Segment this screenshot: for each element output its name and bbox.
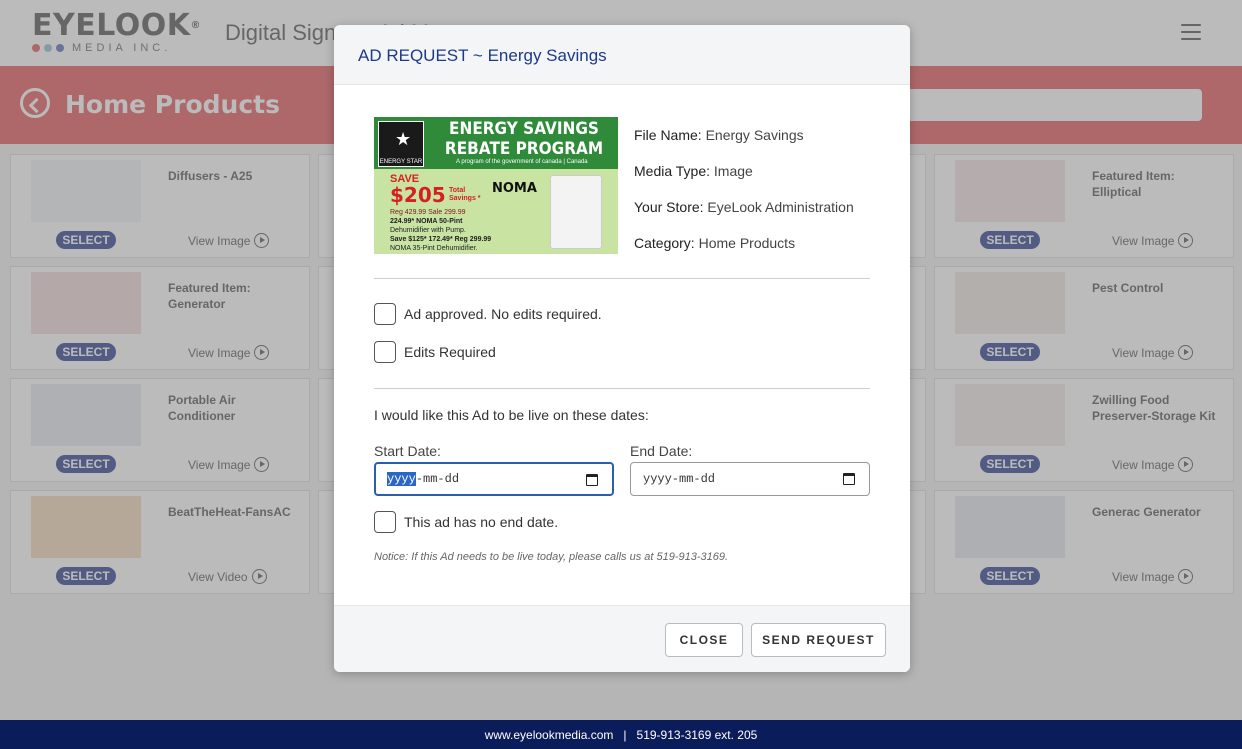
calendar-icon[interactable]	[586, 474, 598, 486]
no-end-date-option[interactable]: This ad has no end date.	[374, 511, 558, 533]
energy-star-logo-icon: ★ ENERGY STAR	[378, 121, 424, 167]
store-row: Your Store: EyeLook Administration	[634, 199, 854, 215]
media-type-row: Media Type: Image	[634, 163, 753, 179]
category-label: Category:	[634, 235, 695, 251]
ad-price-line: 224.99* NOMA 50-Pint	[390, 218, 463, 225]
ad-reg-line: Reg 429.99 Sale 299.99	[390, 209, 466, 216]
store-label: Your Store:	[634, 199, 704, 215]
edits-required-checkbox[interactable]	[374, 341, 396, 363]
ad-desc-line: Dehumidifier with Pump.	[390, 227, 466, 234]
start-date-rest[interactable]: -mm-dd	[416, 472, 459, 486]
start-date-year-segment[interactable]: yyyy	[387, 472, 416, 486]
ad-headline-line-2: REBATE PROGRAM	[444, 139, 604, 159]
ad-approved-option[interactable]: Ad approved. No edits required.	[374, 303, 602, 325]
energy-star-badge-text: ENERGY STAR	[379, 159, 423, 165]
divider	[374, 388, 870, 389]
dehumidifier-image-icon	[550, 175, 602, 249]
no-end-date-label[interactable]: This ad has no end date.	[404, 514, 558, 530]
calendar-icon[interactable]	[843, 473, 855, 485]
ad-request-modal: AD REQUEST ~ Energy Savings ★ ENERGY STA…	[334, 25, 910, 672]
close-button[interactable]: CLOSE	[665, 623, 743, 657]
media-type-value: Image	[713, 163, 753, 179]
file-name-label: File Name:	[634, 127, 702, 143]
category-row: Category: Home Products	[634, 235, 795, 251]
divider	[374, 278, 870, 279]
ad-total-savings: Total Savings *	[449, 187, 481, 203]
ad-desc2-line: NOMA 35-Pint Dehumidifier.	[390, 245, 478, 252]
footer-separator: |	[623, 728, 627, 742]
media-type-label: Media Type:	[634, 163, 711, 179]
store-value: EyeLook Administration	[707, 199, 854, 215]
ad-approved-checkbox[interactable]	[374, 303, 396, 325]
live-dates-prompt: I would like this Ad to be live on these…	[374, 407, 649, 423]
modal-header: AD REQUEST ~ Energy Savings	[334, 25, 910, 85]
category-value: Home Products	[698, 235, 796, 251]
file-name-value: Energy Savings	[705, 127, 804, 143]
end-date-label: End Date:	[630, 443, 693, 459]
start-date-label: Start Date:	[374, 443, 441, 459]
footer-phone: 519-913-3169 ext. 205	[636, 728, 758, 742]
no-end-date-checkbox[interactable]	[374, 511, 396, 533]
end-date-input[interactable]: yyyy-mm-dd	[630, 462, 870, 496]
ad-approved-label[interactable]: Ad approved. No edits required.	[404, 306, 602, 322]
ad-headline-line-1: ENERGY SAVINGS	[449, 119, 599, 139]
modal-footer: CLOSE SEND REQUEST	[334, 605, 910, 672]
ad-preview-subline: A program of the government of canada | …	[456, 159, 588, 165]
send-request-button[interactable]: SEND REQUEST	[751, 623, 886, 657]
ad-total-line-1: Total	[449, 187, 466, 194]
notice-text: Notice: If this Ad needs to be live toda…	[374, 551, 729, 563]
modal-title: AD REQUEST ~ Energy Savings	[358, 46, 607, 65]
ad-preview-headline: ENERGY SAVINGS REBATE PROGRAM	[441, 119, 607, 159]
file-name-row: File Name: Energy Savings	[634, 127, 804, 143]
ad-total-line-2: Savings *	[449, 195, 481, 202]
ad-preview-image: ★ ENERGY STAR ENERGY SAVINGS REBATE PROG…	[374, 117, 618, 254]
edits-required-label[interactable]: Edits Required	[404, 344, 496, 360]
ad-preview-banner: ★ ENERGY STAR ENERGY SAVINGS REBATE PROG…	[374, 117, 618, 169]
footer-website[interactable]: www.eyelookmedia.com	[485, 728, 614, 742]
end-date-placeholder[interactable]: yyyy-mm-dd	[643, 472, 715, 486]
start-date-input[interactable]: yyyy -mm-dd	[374, 462, 614, 496]
edits-required-option[interactable]: Edits Required	[374, 341, 496, 363]
star-icon: ★	[395, 129, 412, 149]
ad-save2-line: Save $125* 172.49* Reg 299.99	[390, 236, 492, 243]
site-footer: www.eyelookmedia.com | 519-913-3169 ext. 2…	[0, 720, 1242, 749]
ad-save-amount: $205	[390, 183, 446, 207]
ad-brand: NOMA	[492, 181, 537, 196]
